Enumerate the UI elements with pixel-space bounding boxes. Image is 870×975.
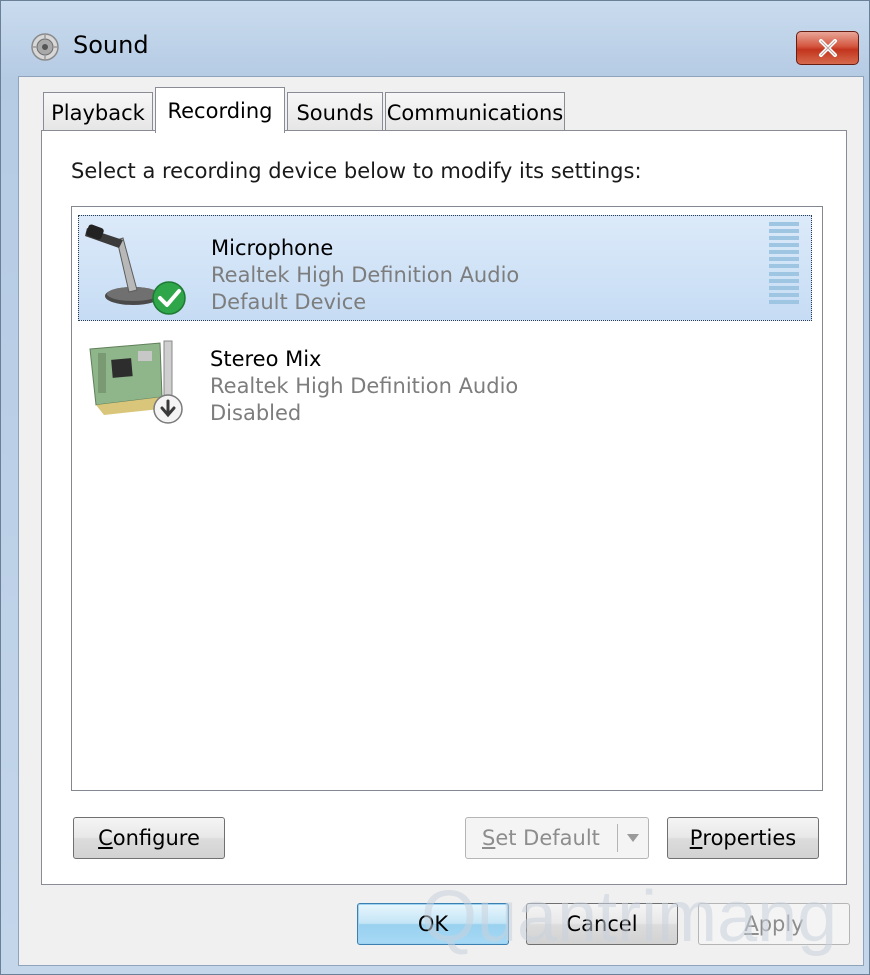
tab-communications[interactable]: Communications xyxy=(385,92,565,132)
window-title: Sound xyxy=(73,31,149,59)
device-status: Disabled xyxy=(210,401,302,425)
button-label: OK xyxy=(417,912,449,936)
properties-button[interactable]: Properties xyxy=(667,817,819,859)
tab-playback[interactable]: Playback xyxy=(43,92,153,132)
button-label: roperties xyxy=(702,826,797,850)
sound-dialog-window: Sound Playback Recording Sounds Communic… xyxy=(0,0,870,975)
button-label: C xyxy=(98,826,113,850)
check-icon xyxy=(151,280,187,320)
cancel-button[interactable]: Cancel xyxy=(526,903,678,945)
level-meter xyxy=(769,222,799,304)
device-driver: Realtek High Definition Audio xyxy=(211,263,520,287)
device-item-stereo-mix[interactable]: Stereo Mix Realtek High Definition Audio… xyxy=(78,327,812,433)
tab-label: Communications xyxy=(386,100,564,125)
configure-button[interactable]: Configure xyxy=(73,817,225,859)
set-default-button[interactable]: Set Default xyxy=(465,817,649,859)
close-icon xyxy=(818,39,837,57)
device-status: Default Device xyxy=(211,290,367,314)
device-name: Microphone xyxy=(211,236,334,260)
ok-button[interactable]: OK xyxy=(357,903,509,945)
button-label: S xyxy=(482,826,496,850)
button-label: P xyxy=(689,826,703,850)
button-label: Cancel xyxy=(566,912,638,936)
chevron-down-icon[interactable] xyxy=(617,824,648,852)
down-arrow-icon xyxy=(152,393,184,429)
button-label: onfigure xyxy=(112,826,200,850)
device-item-microphone[interactable]: Microphone Realtek High Definition Audio… xyxy=(78,215,812,321)
tab-label: Playback xyxy=(51,100,145,125)
close-button[interactable] xyxy=(796,31,859,65)
button-label: A xyxy=(744,912,759,936)
speaker-icon xyxy=(29,31,61,63)
button-label: et Default xyxy=(495,826,600,850)
tab-recording[interactable]: Recording xyxy=(155,87,285,133)
apply-button[interactable]: Apply xyxy=(698,903,850,945)
button-label: pply xyxy=(758,912,804,936)
device-driver: Realtek High Definition Audio xyxy=(210,374,519,398)
recording-device-list[interactable]: Microphone Realtek High Definition Audio… xyxy=(71,206,823,791)
tab-sounds[interactable]: Sounds xyxy=(287,92,383,132)
device-name: Stereo Mix xyxy=(210,347,322,371)
instruction-text: Select a recording device below to modif… xyxy=(71,159,642,183)
tab-label: Recording xyxy=(167,98,273,123)
tab-label: Sounds xyxy=(296,100,374,125)
